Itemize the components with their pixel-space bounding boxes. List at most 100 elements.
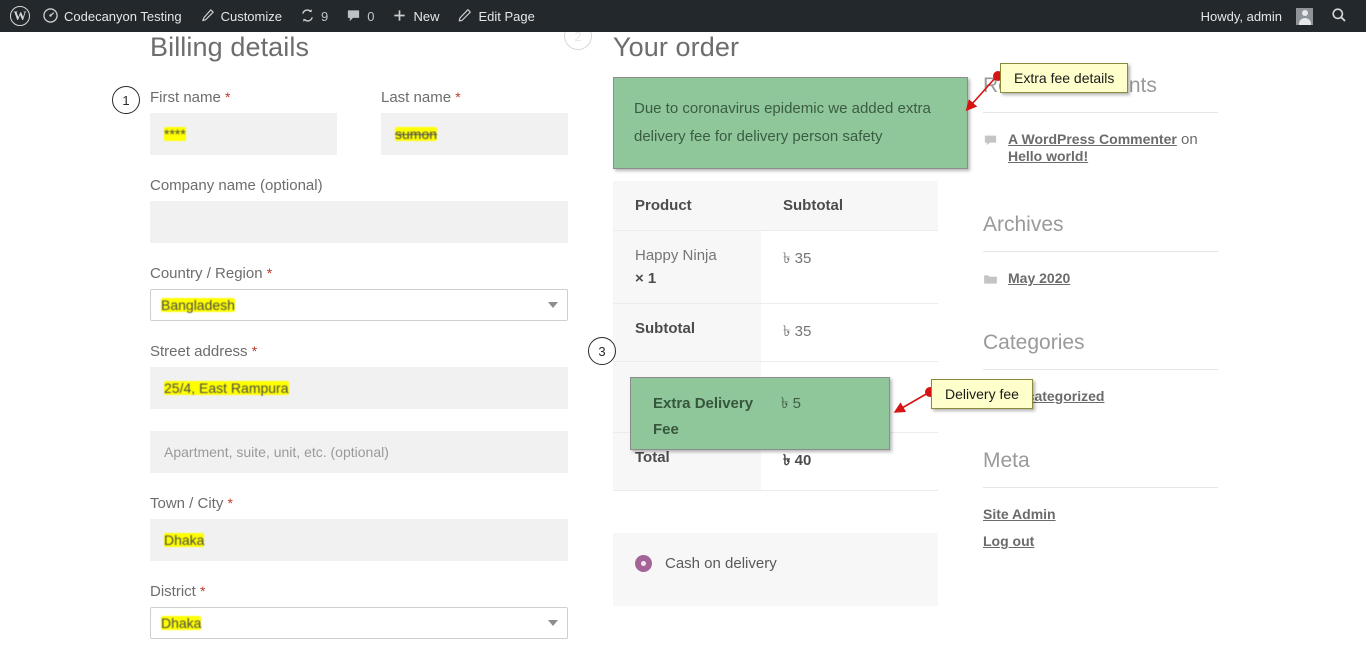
- widget-divider: [983, 487, 1218, 488]
- line-item-product-cell: Happy Ninja × 1: [613, 230, 761, 304]
- order-line-item-row: Happy Ninja × 1 ৳ 35: [613, 230, 938, 304]
- admin-bar-my-account[interactable]: Howdy, admin: [1192, 0, 1322, 32]
- last-name-value-redacted: sumon: [395, 125, 438, 142]
- admin-bar-site-name[interactable]: Codecanyon Testing: [34, 0, 191, 32]
- town-city-input[interactable]: Dhaka: [150, 519, 568, 561]
- extra-delivery-fee-highlight: Extra Delivery Fee ৳ 5: [630, 377, 890, 450]
- town-city-value-redacted: Dhaka: [164, 531, 205, 548]
- order-table-header-row: Product Subtotal: [613, 180, 938, 231]
- apartment-field-group: Apartment, suite, unit, etc. (optional): [150, 431, 568, 473]
- meta-link-site-admin[interactable]: Site Admin: [983, 506, 1218, 522]
- town-city-field-group: Town / City * Dhaka: [150, 495, 568, 561]
- admin-bar-new-content[interactable]: New: [383, 0, 448, 32]
- widget-divider: [983, 251, 1218, 252]
- comment-connector: on: [1176, 131, 1198, 148]
- customize-label: Customize: [220, 8, 282, 24]
- subtotal-value: ৳ 35: [761, 303, 938, 362]
- recent-comment-item: A WordPress Commenter on Hello world!: [983, 131, 1218, 165]
- apartment-input[interactable]: Apartment, suite, unit, etc. (optional): [150, 431, 568, 473]
- admin-bar-updates[interactable]: 9: [291, 0, 337, 32]
- archive-link-may-2020[interactable]: May 2020: [1008, 270, 1070, 286]
- pencil-icon: [457, 8, 472, 25]
- district-value-redacted: Dhaka: [161, 614, 202, 631]
- edit-page-label: Edit Page: [478, 8, 535, 24]
- required-asterisk: *: [251, 343, 258, 359]
- country-region-select[interactable]: Bangladesh: [150, 289, 568, 321]
- company-name-input[interactable]: [150, 201, 568, 243]
- company-name-field-group: Company name (optional): [150, 177, 568, 243]
- district-label-text: District: [150, 583, 196, 600]
- street-address-field-group: Street address * 25/4, East Rampura: [150, 343, 568, 409]
- step-badge-1: 1: [112, 86, 140, 114]
- comment-bubble-icon: [346, 8, 361, 25]
- widget-divider: [983, 369, 1218, 370]
- coronavirus-delivery-notice: Due to coronavirus epidemic we added ext…: [613, 77, 968, 169]
- admin-bar-edit-page[interactable]: Edit Page: [448, 0, 543, 32]
- line-item-name: Happy Ninja: [635, 246, 717, 264]
- howdy-label: Howdy, admin: [1200, 8, 1282, 24]
- widget-divider: [983, 112, 1218, 113]
- order-table-head: Product Subtotal: [613, 180, 938, 231]
- country-region-label: Country / Region *: [150, 265, 568, 282]
- widget-title-meta: Meta: [983, 449, 1030, 472]
- order-table-body: Happy Ninja × 1 ৳ 35 Subtotal ৳ 35 Extra…: [613, 230, 938, 491]
- order-title: Your order: [613, 32, 740, 62]
- meta-link-log-out[interactable]: Log out: [983, 533, 1218, 549]
- page-content: Billing details First name * **** Last n…: [0, 32, 1366, 665]
- comment-author-link[interactable]: A WordPress Commenter: [1008, 131, 1177, 147]
- street-address-input[interactable]: 25/4, East Rampura: [150, 367, 568, 409]
- first-name-label: First name *: [150, 89, 337, 106]
- brush-icon: [200, 8, 215, 25]
- required-asterisk: *: [225, 89, 231, 105]
- district-field-group: District * Dhaka: [150, 583, 568, 639]
- district-select[interactable]: Dhaka: [150, 607, 568, 639]
- recent-comment-text: A WordPress Commenter on Hello world!: [1008, 131, 1218, 165]
- payment-methods-box: Cash on delivery: [613, 532, 938, 606]
- first-name-value-redacted: ****: [164, 125, 186, 142]
- order-subtotal-row: Subtotal ৳ 35: [613, 303, 938, 362]
- callout-extra-fee-details: Extra fee details: [1000, 63, 1129, 93]
- billing-details-form: Billing details First name * **** Last n…: [150, 32, 568, 661]
- dashboard-icon: [43, 7, 58, 25]
- admin-bar-comments[interactable]: 0: [337, 0, 383, 32]
- admin-bar-left-group: W Codecanyon Testing Customize 9 0 New E…: [0, 0, 544, 32]
- admin-bar-customize[interactable]: Customize: [191, 0, 291, 32]
- wp-admin-bar: W Codecanyon Testing Customize 9 0 New E…: [0, 0, 1366, 32]
- payment-method-label: Cash on delivery: [665, 554, 777, 572]
- radio-selected-icon[interactable]: [635, 554, 652, 572]
- first-name-field-group: First name * ****: [150, 89, 337, 155]
- comment-post-link[interactable]: Hello world!: [1008, 148, 1088, 164]
- admin-bar-search[interactable]: [1322, 0, 1356, 32]
- first-name-label-text: First name: [150, 89, 221, 106]
- last-name-input[interactable]: sumon: [381, 113, 568, 155]
- last-name-label-text: Last name: [381, 89, 452, 106]
- page-title: Billing details: [150, 32, 310, 62]
- country-region-field-group: Country / Region * Bangladesh: [150, 265, 568, 321]
- street-address-label: Street address *: [150, 343, 568, 360]
- wordpress-logo-icon[interactable]: W: [10, 6, 30, 26]
- apartment-placeholder: Apartment, suite, unit, etc. (optional): [164, 444, 389, 460]
- order-review-panel: Your order Due to coronavirus epidemic w…: [613, 32, 968, 606]
- updates-count: 9: [321, 8, 329, 24]
- street-address-label-text: Street address: [150, 343, 248, 360]
- comments-count: 0: [367, 8, 375, 24]
- required-asterisk: *: [200, 583, 206, 599]
- step-badge-3: 3: [588, 337, 616, 365]
- widget-title-categories: Categories: [983, 331, 1085, 354]
- required-asterisk: *: [227, 495, 233, 511]
- widget-meta: Meta Site Admin Log out: [983, 449, 1218, 549]
- payment-method-cash-on-delivery[interactable]: Cash on delivery: [635, 554, 916, 572]
- town-city-label-text: Town / City: [150, 495, 224, 512]
- chevron-down-icon: [548, 620, 558, 626]
- archive-item: May 2020: [983, 270, 1218, 287]
- updates-icon: [300, 8, 315, 25]
- col-header-subtotal: Subtotal: [761, 180, 938, 231]
- widget-archives: Archives May 2020: [983, 213, 1218, 287]
- widget-title-archives: Archives: [983, 213, 1064, 236]
- first-name-input[interactable]: ****: [150, 113, 337, 155]
- town-city-label: Town / City *: [150, 495, 568, 512]
- country-region-value-redacted: Bangladesh: [161, 296, 235, 313]
- required-asterisk: *: [455, 89, 461, 105]
- last-name-label: Last name *: [381, 89, 568, 106]
- blog-sidebar: Recent Comments A WordPress Commenter on…: [983, 32, 1218, 583]
